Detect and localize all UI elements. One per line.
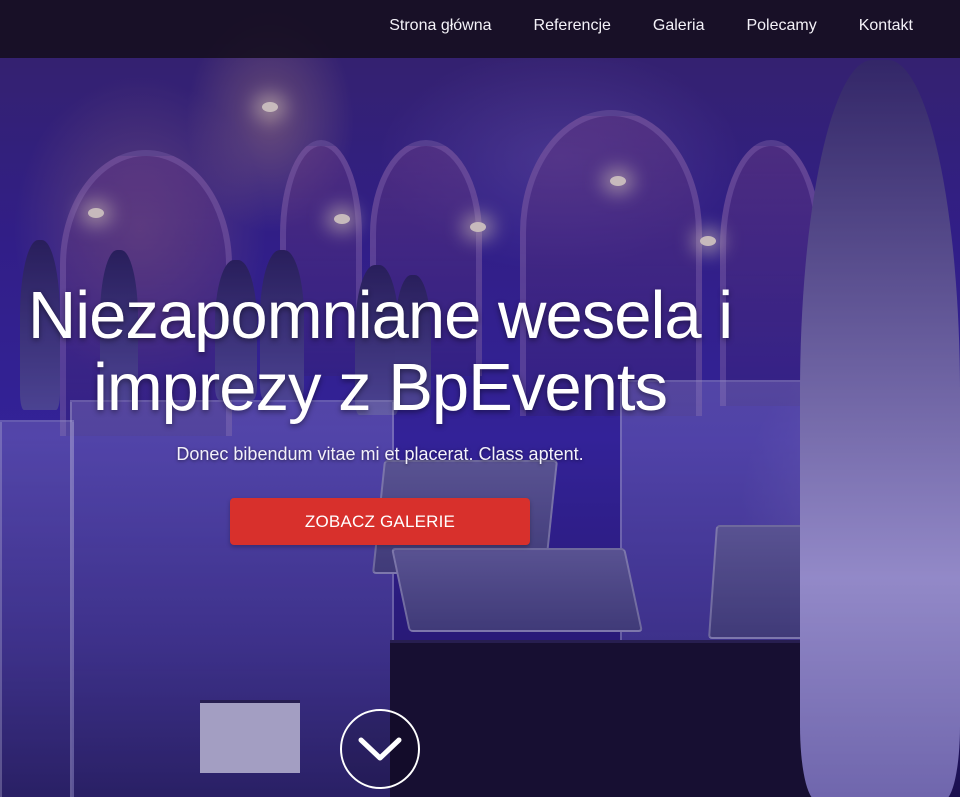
view-gallery-button[interactable]: ZOBACZ GALERIE xyxy=(230,498,530,545)
nav-link-gallery[interactable]: Galeria xyxy=(632,17,726,35)
nav-link-recommended[interactable]: Polecamy xyxy=(725,17,837,35)
hero-headline: Niezapomniane wesela i imprezy z BpEvent… xyxy=(20,280,740,424)
nav-link-contact[interactable]: Kontakt xyxy=(838,17,934,35)
nav-link-home[interactable]: Strona główna xyxy=(368,17,512,35)
nav-menu: Strona główna Referencje Galeria Polecam… xyxy=(368,0,934,52)
scroll-down-button[interactable] xyxy=(340,709,420,789)
hero-headline-line2: imprezy z BpEvents xyxy=(92,350,668,425)
hero-headline-line1: Niezapomniane wesela i xyxy=(27,278,733,353)
top-navbar: Strona główna Referencje Galeria Polecam… xyxy=(0,0,960,58)
chevron-down-icon xyxy=(358,737,402,761)
hero-subtitle: Donec bibendum vitae mi et placerat. Cla… xyxy=(176,444,584,464)
nav-link-references[interactable]: Referencje xyxy=(513,17,632,35)
hero-section: Strona główna Referencje Galeria Polecam… xyxy=(0,0,960,797)
